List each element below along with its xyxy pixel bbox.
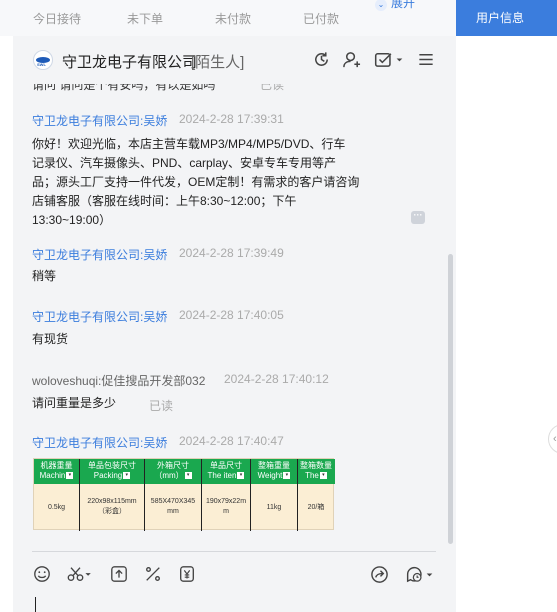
header-top: 整箱数量: [300, 461, 332, 470]
filter-dropdown-icon: ▾: [283, 472, 291, 480]
contact-tag: [陌生人]: [191, 54, 245, 71]
column-divider: [250, 459, 251, 531]
chevron-left-icon: ‹: [553, 433, 557, 445]
column-divider: [144, 459, 145, 531]
filter-dropdown-icon: ▾: [237, 472, 245, 480]
discount-icon[interactable]: [144, 565, 162, 588]
upload-icon[interactable]: [110, 565, 128, 588]
tab-not-ordered[interactable]: 未下单: [127, 10, 163, 27]
menu-icon[interactable]: [417, 50, 435, 74]
message-line: 13:30~19:00）: [32, 213, 112, 227]
message-text: 你好！欢迎光临，本店主营车载MP3/MP4/MP5/DVD、行车 记录仪、汽车摄…: [32, 135, 359, 230]
message-time: 2024-2-28 17:39:31: [179, 112, 284, 126]
header-bottom: Machin: [39, 471, 66, 480]
chat-header: SWL 守卫龙电子有限公司 [陌生人]: [13, 36, 456, 84]
table-header-cell: 整箱重量 Weight ▾: [251, 461, 297, 481]
cell-line: 585X470X345: [150, 498, 196, 505]
message-sender[interactable]: 守卫龙电子有限公司:吴娇: [32, 308, 167, 325]
header-bottom: The: [305, 471, 319, 480]
message-time: 2024-2-28 17:40:12: [224, 372, 329, 386]
expand-button[interactable]: ⌄ 展开: [375, 0, 415, 11]
read-status: 已读: [149, 399, 174, 413]
message-sender[interactable]: 守卫龙电子有限公司:吴娇: [32, 434, 167, 451]
spec-table-image[interactable]: 机器重量 Machin ▾ 单品包装尺寸 Packing ▾ 外箱尺寸 （mm） ▾ 单品尺…: [33, 458, 335, 531]
logo-text: SWL: [37, 62, 46, 67]
message-list: 请问 请问是个有安吗，有以是如吗 已读 守卫龙电子有限公司:吴娇 2024-2-…: [13, 36, 456, 548]
add-contact-icon[interactable]: [342, 50, 361, 74]
more-icon[interactable]: ···: [411, 211, 425, 224]
filter-dropdown-icon: ▾: [319, 472, 327, 480]
header-top: 单品尺寸: [210, 461, 242, 470]
quick-reply-icon[interactable]: [404, 565, 436, 589]
message-text: 稍等: [32, 269, 57, 283]
tab-paid[interactable]: 已付款: [303, 10, 339, 27]
table-cell: 585X470X345 mm: [145, 497, 201, 517]
table-header-cell: 单品尺寸 The iten ▾: [202, 461, 250, 481]
table-header-cell: 单品包装尺寸 Packing ▾: [80, 461, 144, 481]
header-top: 单品包装尺寸: [88, 461, 136, 470]
input-divider: [32, 551, 436, 552]
cell-line: 11kg: [266, 504, 282, 511]
chat-panel: 请问 请问是个有安吗，有以是如吗 已读 守卫龙电子有限公司:吴娇 2024-2-…: [13, 36, 456, 612]
header-top: 整箱重量: [258, 461, 290, 470]
checklist-icon[interactable]: [373, 50, 405, 74]
message-time: 2024-2-28 17:40:47: [179, 434, 284, 448]
expand-label: 展开: [391, 0, 416, 10]
tab-user-info[interactable]: 用户信息: [456, 0, 557, 36]
scrollbar[interactable]: [448, 254, 453, 544]
scissors-icon[interactable]: [66, 565, 94, 588]
header-top: 外箱尺寸: [157, 461, 189, 470]
refresh-icon[interactable]: [312, 50, 331, 74]
side-toggle-button[interactable]: ‹: [548, 424, 557, 454]
cell-line: 0.5kg: [47, 504, 66, 511]
message-text: 请问重量是多少: [32, 396, 117, 410]
cell-line: mm: [167, 508, 179, 515]
message-time: 2024-2-28 17:39:49: [179, 246, 284, 260]
text-input-caret[interactable]: [35, 597, 36, 612]
message-text: 有现货: [32, 332, 69, 346]
cell-line: 220x98x115mm: [87, 498, 137, 505]
order-status-tabs: 今日接待 未下单 未付款 已付款 ⌄ 展开: [0, 0, 456, 36]
message-line: 你好！欢迎光临，本店主营车载MP3/MP4/MP5/DVD、行车: [32, 137, 346, 151]
cell-line: m: [223, 508, 229, 515]
header-top: 机器重量: [40, 461, 73, 470]
column-divider: [201, 459, 202, 531]
emoji-icon[interactable]: [33, 565, 51, 588]
column-divider: [297, 459, 298, 531]
table-cell: 20/箱: [298, 503, 334, 513]
header-bottom: Packing: [93, 471, 123, 480]
header-bottom: （mm）: [154, 471, 184, 480]
column-divider: [79, 459, 80, 531]
header-bottom: Weight: [257, 471, 283, 480]
message-line: 记录仪、汽车摄像头、PND、carplay、安卓专车专用等产: [32, 156, 337, 170]
filter-dropdown-icon: ▾: [123, 472, 131, 480]
shop-logo: SWL: [33, 50, 53, 70]
message-line: 品；源头工厂支持一件代发，OEM定制！有需求的客户请咨询: [32, 175, 360, 189]
header-bottom: The iten: [207, 471, 237, 480]
tab-today-reception[interactable]: 今日接待: [33, 10, 81, 27]
filter-dropdown-icon: ▾: [184, 472, 192, 480]
table-cell: 220x98x115mm （彩盒）: [80, 497, 144, 517]
table-cell: 0.5kg: [34, 503, 79, 513]
table-cell: 11kg: [251, 503, 297, 513]
cell-line: 20/箱: [307, 504, 325, 511]
cell-line: 190x79x22m: [205, 498, 247, 505]
table-cell: 190x79x22m m: [202, 497, 250, 517]
share-icon[interactable]: [370, 565, 389, 589]
cell-line: （彩盒）: [98, 508, 126, 515]
coupon-icon[interactable]: [178, 565, 196, 588]
shop-name[interactable]: 守卫龙电子有限公司: [62, 51, 197, 72]
filter-dropdown-icon: ▾: [66, 472, 74, 480]
tab-unpaid[interactable]: 未付款: [215, 10, 251, 27]
chevron-down-icon: ⌄: [375, 0, 387, 11]
message-line: 店铺客服（客服在线时间：上午8:30~12:00；下午: [32, 194, 297, 208]
message-sender[interactable]: 守卫龙电子有限公司:吴娇: [32, 112, 167, 129]
table-header-cell: 机器重量 Machin ▾: [34, 461, 79, 481]
message-sender[interactable]: 守卫龙电子有限公司:吴娇: [32, 246, 167, 263]
message-time: 2024-2-28 17:40:05: [179, 308, 284, 322]
message-sender: woloveshuqi:促佳搜品开发部032: [32, 374, 206, 388]
table-header-cell: 外箱尺寸 （mm） ▾: [145, 461, 201, 481]
table-header-cell: 整箱数量 The ▾: [298, 461, 334, 481]
